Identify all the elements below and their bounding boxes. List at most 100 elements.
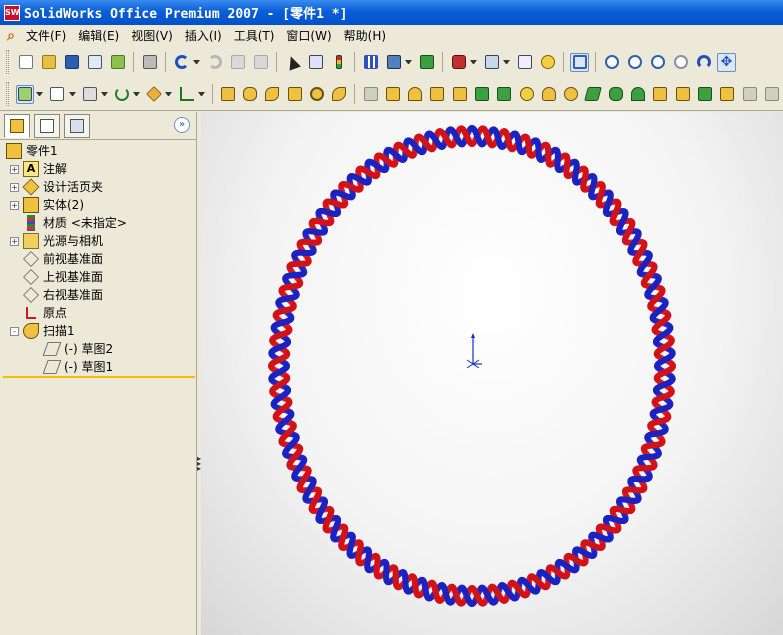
tree-item-design-binder[interactable]: + 设计活页夹 [0, 178, 196, 196]
deform-icon[interactable] [651, 85, 669, 104]
print-icon[interactable] [140, 53, 159, 72]
zoom-selection-icon[interactable] [671, 53, 690, 72]
dimension-dropdown-icon[interactable] [68, 92, 76, 96]
toolbar-grip[interactable] [6, 82, 9, 106]
undo-icon[interactable] [172, 53, 191, 72]
lofted-cut-icon[interactable] [384, 85, 402, 104]
tree-item-sweep1[interactable]: - 扫描1 [0, 322, 196, 340]
flex-icon[interactable] [584, 85, 603, 104]
extruded-cut-icon[interactable] [308, 85, 326, 104]
menu-edit[interactable]: 编辑(E) [72, 26, 125, 46]
curves-icon[interactable] [113, 85, 131, 104]
solidworks-logo-icon[interactable]: ⌕ [2, 28, 20, 44]
paste-icon[interactable] [251, 53, 270, 72]
collapse-toggle[interactable]: - [10, 326, 19, 336]
split-icon[interactable] [718, 85, 736, 104]
rebuild-icon[interactable] [417, 53, 436, 72]
undo-dropdown-icon[interactable] [193, 60, 200, 64]
redo-icon[interactable] [205, 53, 224, 72]
rollback-bar[interactable] [3, 376, 195, 378]
measure-dropdown-icon[interactable] [197, 92, 205, 96]
hole-icon[interactable] [517, 85, 535, 104]
pan-icon[interactable]: ✥ [717, 52, 736, 72]
intersect-icon[interactable] [696, 85, 714, 104]
fillet-icon[interactable] [406, 85, 424, 104]
tree-item-material[interactable]: 材质 <未指定> [0, 214, 196, 232]
shape-icon[interactable] [562, 85, 580, 104]
select-filter-icon[interactable] [570, 52, 589, 72]
new-icon[interactable] [16, 53, 35, 72]
menu-window[interactable]: 窗口(W) [280, 26, 337, 46]
zoom-fit-icon[interactable] [602, 53, 621, 72]
draft-icon[interactable] [495, 85, 513, 104]
menu-help[interactable]: 帮助(H) [338, 26, 392, 46]
open-icon[interactable] [39, 53, 58, 72]
combine-icon[interactable] [740, 85, 758, 104]
dome-icon[interactable] [540, 85, 558, 104]
expand-toggle[interactable]: + [10, 164, 19, 174]
tree-item-right-plane[interactable]: 右视基准面 [0, 286, 196, 304]
smart-dimension-icon[interactable] [48, 85, 66, 104]
view-orientation-dropdown-icon[interactable] [503, 60, 510, 64]
measure-icon[interactable] [177, 85, 195, 104]
print-preview-icon[interactable] [85, 53, 104, 72]
properties-icon[interactable] [515, 53, 534, 72]
twisted-ring-model[interactable] [201, 112, 783, 635]
extrude-boss-icon[interactable] [219, 85, 237, 104]
options-dropdown-icon[interactable] [405, 60, 412, 64]
cavity-icon[interactable] [763, 85, 781, 104]
wrap-icon[interactable] [607, 85, 625, 104]
rotate-icon[interactable] [694, 53, 713, 72]
select-other-icon[interactable] [306, 53, 325, 72]
zoom-in-out-icon[interactable] [648, 53, 667, 72]
save-icon[interactable] [62, 53, 81, 72]
propertymanager-tab[interactable] [34, 113, 60, 138]
freeform-icon[interactable] [629, 85, 647, 104]
tree-item-sketch2[interactable]: (-) 草图2 [0, 340, 196, 358]
expand-toggle[interactable]: + [10, 236, 19, 246]
chamfer-icon[interactable] [428, 85, 446, 104]
configurationmanager-tab[interactable] [64, 113, 90, 138]
tree-item-solid-bodies[interactable]: + 实体(2) [0, 196, 196, 214]
indent-icon[interactable] [674, 85, 692, 104]
zoom-area-icon[interactable] [625, 53, 644, 72]
menu-tools[interactable]: 工具(T) [228, 26, 281, 46]
graphics-area[interactable] [201, 112, 783, 635]
traffic-light-icon[interactable] [329, 53, 348, 72]
tree-item-sketch1[interactable]: (-) 草图1 [0, 358, 196, 376]
menu-insert[interactable]: 插入(I) [179, 26, 228, 46]
help-icon[interactable] [538, 53, 557, 72]
reference-dropdown-icon[interactable] [100, 92, 108, 96]
tree-item-lights-cameras[interactable]: + 光源与相机 [0, 232, 196, 250]
toolbar-grip[interactable] [6, 50, 9, 74]
tree-item-front-plane[interactable]: 前视基准面 [0, 250, 196, 268]
menu-view[interactable]: 视图(V) [125, 26, 179, 46]
solidworks-app-icon[interactable]: SW [4, 4, 20, 21]
select-icon[interactable] [283, 53, 302, 72]
tree-item-part[interactable]: 零件1 [0, 142, 196, 160]
reference-geometry-icon[interactable] [81, 85, 99, 104]
expand-panel-icon[interactable]: » [174, 117, 190, 133]
loft-icon[interactable] [286, 85, 304, 104]
instant3d-dropdown-icon[interactable] [165, 92, 173, 96]
revolve-boss-icon[interactable] [241, 85, 259, 104]
tree-item-annotations[interactable]: + A 注解 [0, 160, 196, 178]
publish-icon[interactable] [108, 53, 127, 72]
copy-icon[interactable] [228, 53, 247, 72]
featuremanager-tab[interactable] [4, 113, 30, 138]
tree-item-top-plane[interactable]: 上视基准面 [0, 268, 196, 286]
display-style-icon[interactable] [449, 53, 468, 72]
sweep-icon[interactable] [263, 85, 281, 104]
sketch-dropdown-icon[interactable] [36, 92, 44, 96]
sketch-icon[interactable] [15, 84, 35, 104]
view-orientation-icon[interactable] [482, 53, 501, 72]
options-icon[interactable] [384, 53, 403, 72]
instant3d-icon[interactable] [145, 85, 163, 104]
swept-cut-icon[interactable] [361, 85, 379, 104]
tree-item-origin[interactable]: 原点 [0, 304, 196, 322]
revolved-cut-icon[interactable] [330, 85, 348, 104]
curves-dropdown-icon[interactable] [133, 92, 141, 96]
display-style-dropdown-icon[interactable] [470, 60, 477, 64]
rib-icon[interactable] [451, 85, 469, 104]
expand-toggle[interactable]: + [10, 182, 19, 192]
